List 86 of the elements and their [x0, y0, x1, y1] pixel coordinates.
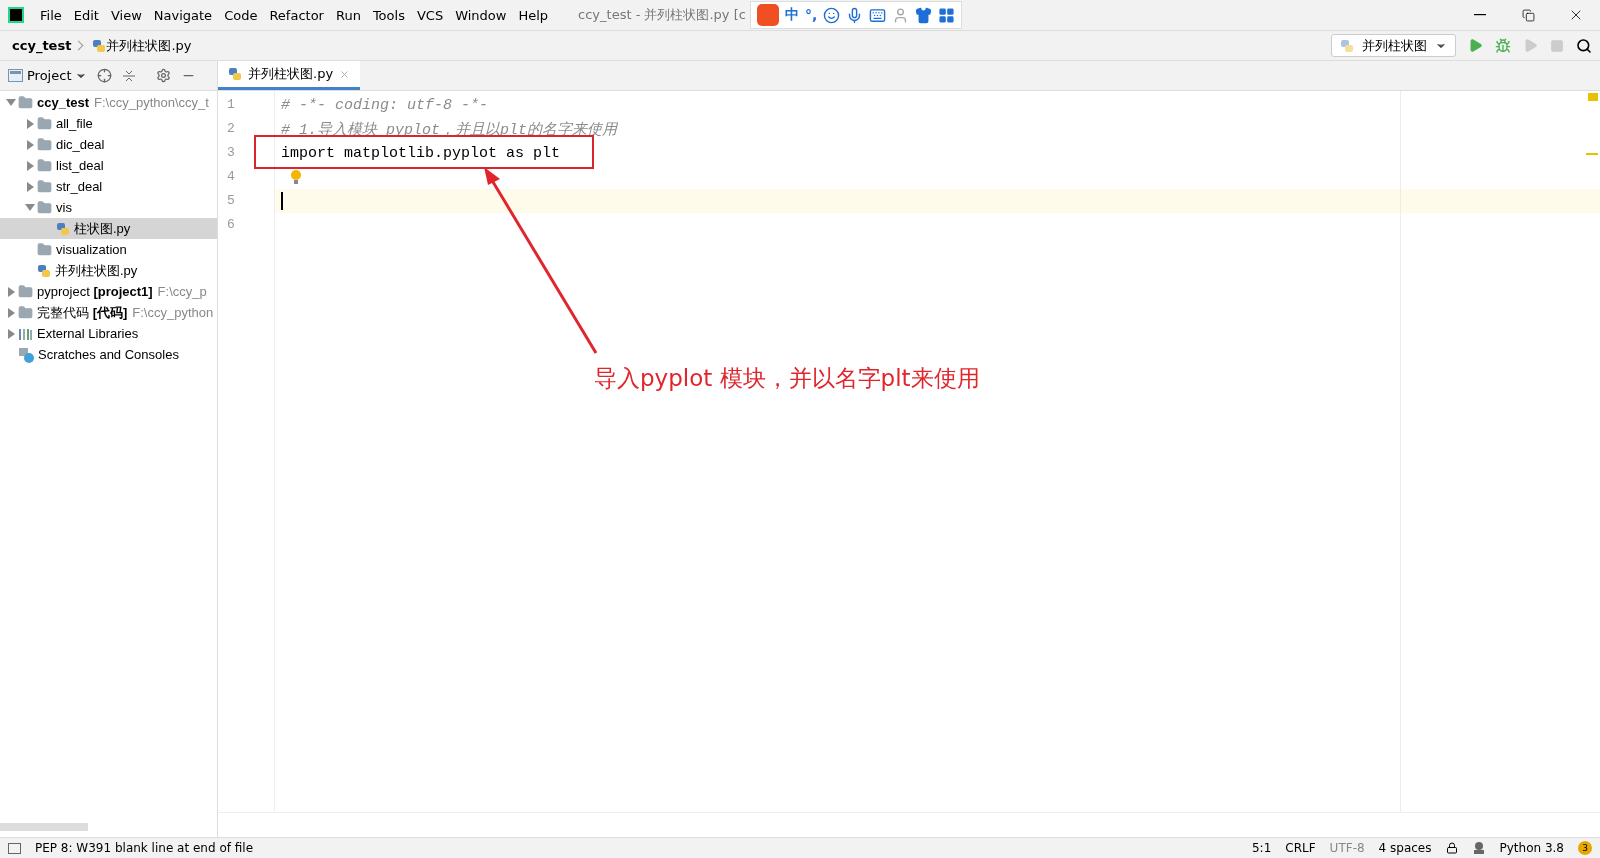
line-number: 1 — [226, 96, 236, 114]
scrollbar[interactable] — [0, 823, 88, 831]
line-number: 4 — [226, 168, 236, 186]
search-icon[interactable] — [1576, 37, 1592, 54]
folder-icon — [37, 116, 52, 131]
tree-item[interactable]: External Libraries — [0, 323, 217, 344]
tree-item[interactable]: pyproject [project1] F:\ccy_p — [0, 281, 217, 302]
line-number: 3 — [226, 144, 236, 162]
folder-icon — [37, 158, 52, 173]
python-file-icon — [56, 221, 70, 236]
ime-mode[interactable]: 中 — [784, 6, 799, 24]
locate-icon[interactable] — [97, 68, 113, 83]
menu-item[interactable]: VCS — [410, 7, 450, 23]
python-file-icon — [37, 263, 51, 278]
folder-icon — [37, 242, 52, 257]
window-title: ccy_test - 并列柱状图.py [c — [578, 6, 746, 24]
menu-item[interactable]: Window — [449, 7, 513, 23]
interpreter[interactable]: Python 3.8 — [1499, 841, 1564, 855]
menu-item[interactable]: Navigate — [147, 7, 219, 23]
tree-item[interactable]: 完整代码 [代码] F:\ccy_python — [0, 302, 217, 323]
annotation-text: 导入pyplot 模块，并以名字plt来使用 — [594, 364, 980, 393]
code-line: import matplotlib.pyplot as plt — [281, 144, 561, 162]
smile-icon[interactable] — [823, 6, 841, 24]
ime-logo-icon — [756, 4, 779, 26]
python-icon — [1340, 38, 1354, 53]
indent-setting[interactable]: 4 spaces — [1378, 841, 1432, 855]
tree-item[interactable]: vis — [0, 197, 217, 218]
folder-icon — [37, 179, 52, 194]
close-tab-icon[interactable] — [339, 68, 351, 80]
text-caret — [281, 192, 283, 210]
ime-punctuation[interactable]: °, — [804, 7, 818, 23]
run-config-dropdown[interactable]: 并列柱状图 — [1331, 34, 1456, 57]
python-file-icon — [92, 38, 107, 53]
lightbulb-icon[interactable] — [290, 169, 302, 185]
menu-item[interactable]: File — [34, 7, 68, 23]
tree-item[interactable]: 并列柱状图.py — [0, 260, 217, 281]
tree-item[interactable]: str_deal — [0, 176, 217, 197]
line-number: 5 — [226, 192, 236, 210]
tree-item[interactable]: 柱状图.py — [0, 218, 217, 239]
line-number: 6 — [226, 216, 236, 234]
status-message: PEP 8: W391 blank line at end of file — [35, 841, 254, 855]
folder-icon — [37, 137, 52, 152]
project-view-dropdown[interactable]: Project — [8, 68, 88, 83]
library-icon — [18, 326, 33, 341]
menu-item[interactable]: Refactor — [263, 7, 330, 23]
app-logo-icon — [8, 7, 24, 23]
breadcrumb-item[interactable]: ccy_test — [12, 38, 72, 53]
debug-icon[interactable] — [1495, 37, 1511, 54]
caret-position[interactable]: 5:1 — [1252, 841, 1272, 855]
scratch-icon — [18, 346, 34, 363]
code-line: # -*- coding: utf-8 -*- — [281, 96, 489, 114]
panel-toggle-icon[interactable] — [8, 842, 21, 854]
window-icon — [8, 69, 23, 82]
grid-icon[interactable] — [938, 6, 956, 24]
folder-icon — [18, 95, 33, 110]
folder-icon — [18, 305, 33, 320]
error-stripe-marker[interactable] — [1586, 153, 1598, 155]
menu-item[interactable]: Code — [218, 7, 264, 23]
line-number: 2 — [226, 120, 236, 138]
python-file-icon — [228, 67, 242, 81]
tree-item[interactable]: all_file — [0, 113, 217, 134]
tree-item[interactable]: dic_deal — [0, 134, 217, 155]
editor-tab[interactable]: 并列柱状图.py — [218, 61, 361, 90]
menu-item[interactable]: Tools — [366, 7, 411, 23]
folder-icon — [18, 284, 33, 299]
keyboard-icon[interactable] — [869, 6, 887, 24]
settings-icon[interactable] — [156, 68, 172, 83]
folder-icon — [37, 200, 52, 215]
restore-icon — [1521, 8, 1535, 22]
minimize-icon — [1474, 14, 1486, 16]
collapse-all-icon[interactable] — [122, 68, 137, 83]
shirt-icon[interactable] — [915, 6, 933, 24]
tree-item[interactable]: visualization — [0, 239, 217, 260]
tree-item[interactable]: Scratches and Consoles — [0, 344, 217, 365]
tree-item[interactable]: ccy_test F:\ccy_python\ccy_t — [0, 92, 217, 113]
breadcrumb-item[interactable]: 并列柱状图.py — [106, 36, 192, 55]
warning-marker[interactable] — [1588, 93, 1598, 101]
menu-item[interactable]: Run — [329, 7, 367, 23]
lock-icon[interactable] — [1445, 842, 1458, 854]
menu-item[interactable]: View — [104, 7, 148, 23]
tree-item[interactable]: list_deal — [0, 155, 217, 176]
notification-badge[interactable]: 3 — [1578, 841, 1592, 855]
line-separator[interactable]: CRLF — [1285, 841, 1316, 855]
menu-item[interactable]: Edit — [67, 7, 105, 23]
menu-item[interactable]: Help — [512, 7, 555, 23]
run-icon[interactable] — [1468, 38, 1483, 53]
